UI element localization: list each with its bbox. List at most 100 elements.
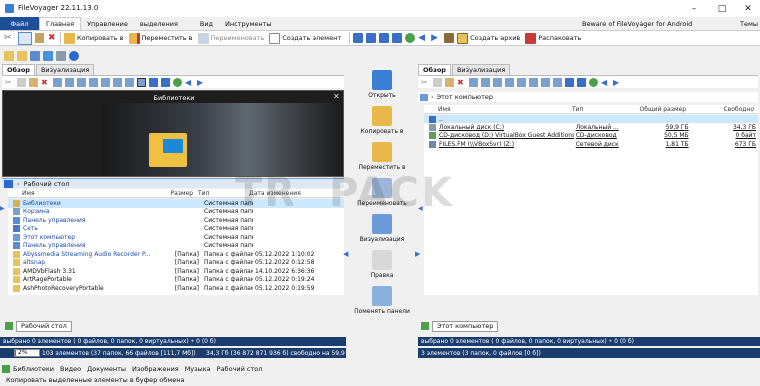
pin-icon[interactable] xyxy=(4,51,14,61)
quick-link[interactable]: Библиотеки xyxy=(13,365,54,373)
tab-home[interactable]: Главная xyxy=(39,17,82,30)
paste-icon[interactable] xyxy=(29,77,38,87)
view-split-icon[interactable] xyxy=(541,77,550,87)
copy-icon[interactable] xyxy=(433,77,442,87)
history-icon[interactable] xyxy=(589,77,598,87)
quick-link[interactable]: Документы xyxy=(87,365,126,373)
back-icon[interactable]: ◀ xyxy=(185,78,194,87)
drive-small-icon[interactable] xyxy=(56,51,66,61)
forward-icon[interactable]: ▶ xyxy=(613,78,622,87)
table-row[interactable]: AMDVbFlash 3.31 [Папка] Папка с файлами14.… xyxy=(8,267,344,276)
view-details-icon[interactable] xyxy=(53,77,62,87)
themes-menu[interactable]: Темы xyxy=(740,20,758,28)
tab-view[interactable]: Вид xyxy=(194,17,219,30)
table-row[interactable]: altsnap [Папка] Папка с файлами05.12.2022 … xyxy=(8,259,344,268)
close-preview-icon[interactable]: ✕ xyxy=(333,92,340,101)
view-full-icon[interactable] xyxy=(137,77,146,87)
right-tab-computer[interactable]: Этот компьютер xyxy=(432,320,499,332)
close-button[interactable]: ✕ xyxy=(736,0,760,17)
maximize-button[interactable]: □ xyxy=(710,0,734,17)
minimize-button[interactable]: – xyxy=(682,0,706,17)
middle-swap-panels-button[interactable]: Поменять панели xyxy=(350,286,414,315)
view-tiles-icon[interactable] xyxy=(505,77,514,87)
table-row[interactable]: ArtRagePortable [Папка] Папка с файлами05.… xyxy=(8,276,344,285)
view-thumbs-icon[interactable] xyxy=(517,77,526,87)
view-icons-icon[interactable] xyxy=(493,77,502,87)
left-breadcrumb[interactable]: Рабочий стол xyxy=(24,180,70,188)
right-breadcrumb[interactable]: Этот компьютер xyxy=(437,93,493,101)
new-tab-icon[interactable] xyxy=(5,322,13,330)
android-link[interactable]: Beware of FileVoyager for Android xyxy=(582,20,692,28)
middle-visualize-button[interactable]: Визуализация xyxy=(350,214,414,243)
forward-icon[interactable]: ▶ xyxy=(431,33,441,43)
view-details-icon[interactable] xyxy=(469,77,478,87)
rename-button[interactable]: Переименовать xyxy=(197,31,264,45)
left-pane-expand-icon[interactable]: ◀ xyxy=(343,250,348,258)
sort-up-icon[interactable] xyxy=(565,77,574,87)
delete-icon[interactable]: ✖ xyxy=(48,33,57,43)
file-menu[interactable]: Файл xyxy=(0,17,39,30)
table-row[interactable]: FILES.FM (\\VBoxSvr) (Z:) Сетевой диск 1,8… xyxy=(424,140,758,149)
folder-nav-icon[interactable] xyxy=(17,51,27,61)
network-small-icon[interactable] xyxy=(43,51,53,61)
col-name[interactable]: Имя xyxy=(8,190,168,197)
view-list-icon[interactable] xyxy=(65,77,74,87)
view-tiles-icon[interactable] xyxy=(89,77,98,87)
sort-down-icon[interactable] xyxy=(379,33,390,43)
middle-move-folder-button[interactable]: Переместить в xyxy=(350,142,414,171)
tab-selection[interactable]: выделения xyxy=(134,17,184,30)
add-link-icon[interactable] xyxy=(2,365,10,373)
col-name[interactable]: Имя xyxy=(424,106,570,113)
middle-open-gear-button[interactable]: Открыть xyxy=(350,70,414,99)
select-mode-icon[interactable] xyxy=(18,31,32,45)
cut-icon[interactable]: ✂ xyxy=(5,78,14,87)
new-tab-icon[interactable] xyxy=(421,322,429,330)
view-split-icon[interactable] xyxy=(125,77,134,87)
copy-to-button[interactable]: Копировать в xyxy=(64,31,124,45)
sort-down-icon[interactable] xyxy=(577,77,586,87)
tab-browse-right[interactable]: Обзор xyxy=(418,64,451,75)
tab-visualize-left[interactable]: Визуализация xyxy=(35,64,95,75)
table-row[interactable]: Панель управления Системная папка xyxy=(8,242,344,251)
back-icon[interactable]: ◀ xyxy=(418,33,428,43)
middle-copy-folder-button[interactable]: Копировать в xyxy=(350,106,414,135)
table-row[interactable]: Abyssmedia Streaming Audio Recorder P...… xyxy=(8,250,344,259)
quick-link[interactable]: Видео xyxy=(60,365,81,373)
tab-browse-left[interactable]: Обзор xyxy=(2,64,35,75)
bluetooth-icon[interactable] xyxy=(69,51,79,61)
view-thumbs-icon[interactable] xyxy=(101,77,110,87)
sort-down-icon[interactable] xyxy=(161,77,170,87)
table-row[interactable]: Панель управления Системная папка xyxy=(8,216,344,225)
quick-link[interactable]: Рабочий стол xyxy=(217,365,263,373)
col-total[interactable]: Общий размер xyxy=(620,106,690,113)
delete-icon[interactable]: ✖ xyxy=(457,78,466,87)
delete-icon[interactable]: ✖ xyxy=(41,78,50,87)
quick-link[interactable]: Изображения xyxy=(132,365,179,373)
col-type[interactable]: Тип xyxy=(570,106,620,113)
tab-tools[interactable]: Инструменты xyxy=(219,17,278,30)
view-full-icon[interactable] xyxy=(553,77,562,87)
up-row[interactable]: .. xyxy=(424,115,758,123)
cut-icon[interactable]: ✂ xyxy=(4,33,15,44)
tab-manage[interactable]: Управление xyxy=(81,17,134,30)
paste-icon[interactable] xyxy=(35,33,44,43)
table-row[interactable]: Сеть Системная папка xyxy=(8,225,344,234)
view-icons-icon[interactable] xyxy=(77,77,86,87)
table-row[interactable]: AshPhotoRecoveryPortable [Папка] Папка с ф… xyxy=(8,284,344,293)
sort-up-icon[interactable] xyxy=(366,33,377,43)
move-to-button[interactable]: Переместить в xyxy=(128,31,193,45)
table-row[interactable]: CD-дисковод (D:) VirtualBox Guest Additi… xyxy=(424,132,758,141)
pack-icon[interactable] xyxy=(444,33,455,43)
history-icon[interactable] xyxy=(173,77,182,87)
view-list-icon[interactable] xyxy=(481,77,490,87)
sort-bottom-icon[interactable] xyxy=(392,33,403,43)
sort-up-icon[interactable] xyxy=(149,77,158,87)
right-path-bar[interactable]: › Этот компьютер xyxy=(418,92,758,102)
cut-icon[interactable]: ✂ xyxy=(421,78,430,87)
middle-edit-button[interactable]: Правка xyxy=(350,250,414,279)
create-archive-button[interactable]: Создать архив xyxy=(457,31,520,45)
extract-button[interactable]: Распаковать xyxy=(525,31,581,45)
copy-icon[interactable] xyxy=(17,77,26,87)
back-icon[interactable]: ◀ xyxy=(601,78,610,87)
tab-visualize-right[interactable]: Визуализация xyxy=(451,64,511,75)
